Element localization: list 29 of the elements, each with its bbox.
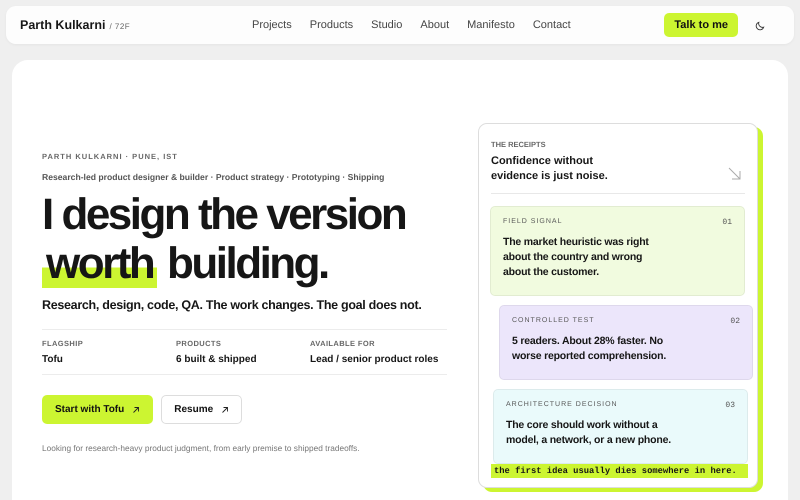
stat-value: Lead / senior product roles (310, 354, 440, 365)
subheading: Research, design, code, QA. The work changes. The goal does not. (42, 298, 423, 312)
moon-icon[interactable] (755, 20, 766, 30)
arrow-icon (132, 406, 140, 414)
nav-link[interactable]: About (420, 19, 450, 31)
footnote-text: the first idea usually dies somewhere in here. (491, 464, 748, 478)
stat-value: 6 built & shipped (176, 354, 258, 365)
start-button[interactable]: Start with Tofu (42, 395, 154, 424)
nav-link[interactable]: Studio (371, 19, 402, 31)
roles-text: Research-led product designer & builder · Product strategy · Prototyping · Shipping (42, 172, 386, 182)
receipts-title: Confidence without evidence is just noise. (491, 154, 609, 184)
receipt-number: 03 (725, 401, 735, 410)
resume-button[interactable]: Resume (161, 395, 242, 424)
nav-link[interactable]: Manifesto (467, 19, 515, 31)
arrow-icon (728, 167, 741, 180)
brand-suffix: / 72F (109, 22, 130, 31)
brand-name[interactable]: Parth Kulkarni (20, 18, 106, 32)
talk-button[interactable]: Talk to me (664, 13, 738, 37)
arrow-icon (221, 406, 230, 414)
receipt-number: 02 (730, 317, 740, 326)
stat-value: Tofu (42, 354, 64, 365)
receipt-text: The core should work without a model, a network, or a new phone. (506, 418, 671, 448)
nav-link[interactable]: Contact (532, 19, 571, 31)
nav-link[interactable]: Projects (252, 19, 292, 31)
receipt-number: 01 (722, 218, 732, 227)
note-text: Looking for research-heavy product judgment, from early premise to shipped tradeoffs. (42, 443, 361, 453)
receipt-text: 5 readers. About 28% faster. No worse reported comprehension. (512, 334, 668, 364)
nav-link[interactable]: Products (310, 19, 354, 31)
receipt-text: The market heuristic was right about the country and wrong about the customer. (503, 235, 650, 280)
